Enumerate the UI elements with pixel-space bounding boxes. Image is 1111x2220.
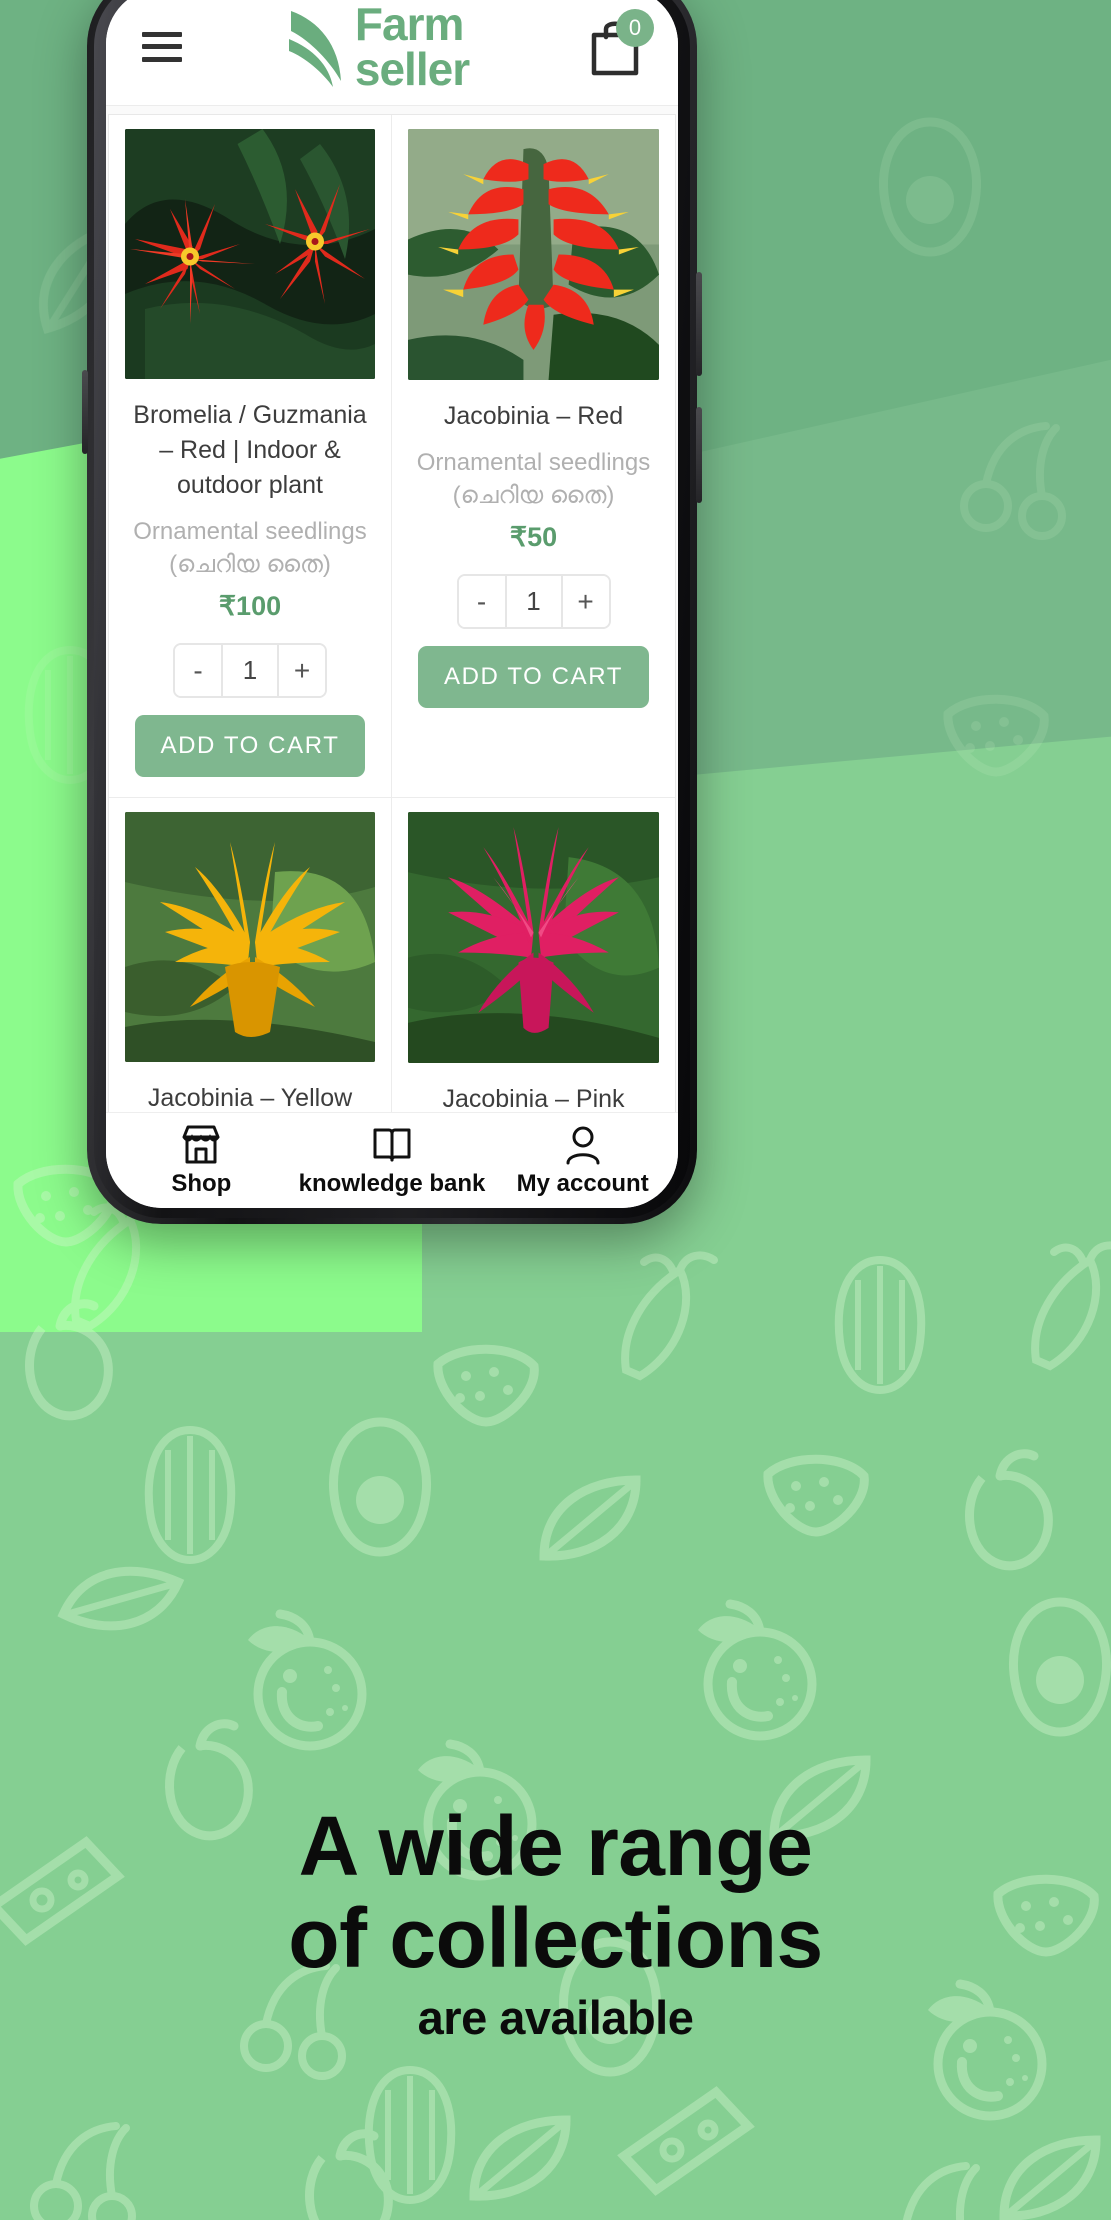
storefront-icon xyxy=(182,1125,220,1163)
product-card[interactable]: Jacobinia – Yellow Ornamental seedlings … xyxy=(109,798,392,1150)
brand-logo[interactable]: Farm seller xyxy=(285,0,470,95)
nav-label-shop: Shop xyxy=(171,1169,232,1197)
nav-item-knowledge-bank[interactable]: knowledge bank xyxy=(297,1124,488,1198)
product-price: ₹100 xyxy=(218,591,282,621)
open-book-icon xyxy=(373,1128,411,1161)
quantity-decrease-button[interactable]: - xyxy=(458,576,507,627)
product-grid: Bromelia / Guzmania – Red | Indoor & out… xyxy=(108,114,676,1150)
bromelia-guzmania-red-photo[interactable] xyxy=(125,129,375,379)
product-grid-scroll-area[interactable]: Bromelia / Guzmania – Red | Indoor & out… xyxy=(106,106,678,1150)
phone-power-button xyxy=(82,370,88,454)
product-card[interactable]: Bromelia / Guzmania – Red | Indoor & out… xyxy=(109,115,392,798)
product-card[interactable]: Jacobinia – Red Ornamental seedlings (ചെ… xyxy=(392,115,675,798)
product-card[interactable]: Jacobinia – Pink Ornamental seedlings (ച… xyxy=(392,798,675,1150)
tagline-line-2: of collections xyxy=(288,1891,823,1985)
quantity-decrease-button[interactable]: - xyxy=(175,645,223,696)
quantity-increase-button[interactable]: + xyxy=(560,576,609,627)
brand-name: Farm seller xyxy=(354,0,470,95)
jacobinia-pink-photo[interactable] xyxy=(408,812,659,1063)
tagline-line-1: A wide range xyxy=(298,1799,813,1893)
product-title[interactable]: Jacobinia – Yellow xyxy=(148,1081,352,1116)
add-to-cart-button[interactable]: ADD TO CART xyxy=(134,715,366,777)
quantity-value[interactable]: 1 xyxy=(506,576,561,627)
bottom-navigation-bar: Shop knowledge bank My account xyxy=(106,1112,678,1208)
nav-item-my-account[interactable]: My account xyxy=(487,1124,678,1198)
brand-line-1: Farm xyxy=(354,0,464,50)
add-to-cart-button[interactable]: ADD TO CART xyxy=(418,646,649,708)
nav-label-my-account: My account xyxy=(516,1169,649,1197)
phone-screen: Farm seller 0 Bromelia / Guzmania – Red … xyxy=(106,0,678,1208)
product-price: ₹50 xyxy=(509,522,558,552)
tagline-line-3: are available xyxy=(417,1991,694,2044)
quantity-stepper[interactable]: - 1 + xyxy=(173,643,327,698)
leaf-logo-icon xyxy=(288,10,341,87)
quantity-value[interactable]: 1 xyxy=(223,645,277,696)
product-category: Ornamental seedlings (ചെറിയ തൈ) xyxy=(416,449,651,509)
product-title[interactable]: Jacobinia – Red xyxy=(444,399,623,434)
product-category: Ornamental seedlings (ചെറിയ തൈ) xyxy=(133,518,367,578)
nav-label-knowledge-bank: knowledge bank xyxy=(298,1169,486,1197)
cart-button[interactable]: 0 xyxy=(584,8,654,79)
phone-volume-up-button xyxy=(696,272,702,376)
brand-line-2: seller xyxy=(354,42,470,95)
cart-count-badge: 0 xyxy=(616,8,654,47)
jacobinia-red-photo[interactable] xyxy=(408,129,659,380)
jacobinia-yellow-photo[interactable] xyxy=(125,812,375,1062)
person-icon xyxy=(566,1126,600,1164)
hamburger-menu-icon[interactable] xyxy=(142,31,182,62)
phone-mockup: Farm seller 0 Bromelia / Guzmania – Red … xyxy=(82,0,702,1224)
quantity-increase-button[interactable]: + xyxy=(277,645,325,696)
nav-item-shop[interactable]: Shop xyxy=(106,1124,297,1198)
product-title[interactable]: Bromelia / Guzmania – Red | Indoor & out… xyxy=(125,398,375,503)
phone-volume-down-button xyxy=(696,407,702,503)
quantity-stepper[interactable]: - 1 + xyxy=(456,574,611,629)
app-header: Farm seller 0 xyxy=(106,0,678,106)
